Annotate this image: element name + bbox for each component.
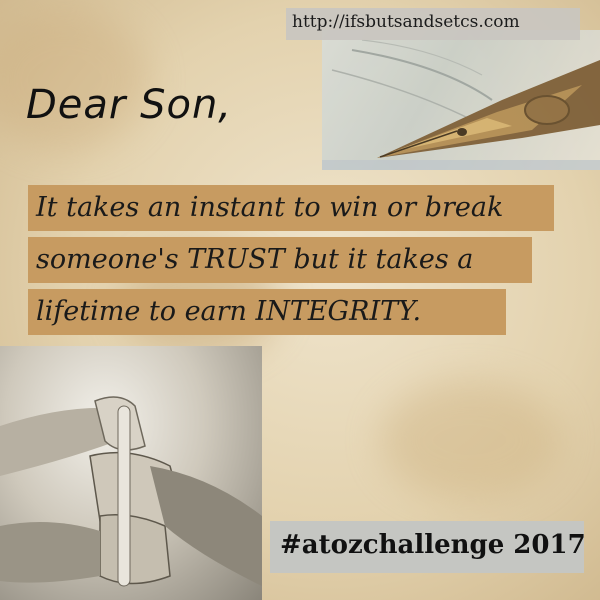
paper-stain <box>0 10 150 150</box>
quote-line-2: someone's TRUST but it takes a <box>28 237 532 283</box>
hands-photo <box>0 346 262 600</box>
hashtag-label[interactable]: #atozchallenge 2017 <box>280 530 586 560</box>
quote-line-1: It takes an instant to win or break <box>28 185 554 231</box>
quote-block: It takes an instant to win or break some… <box>28 185 554 345</box>
fountain-pen-photo <box>322 30 600 170</box>
greeting-heading: Dear Son, <box>26 82 233 128</box>
pen-nib-illustration <box>322 39 600 170</box>
website-url[interactable]: http://ifsbutsandsetcs.com <box>292 12 520 32</box>
hands-illustration <box>0 396 262 587</box>
quote-line-3: lifetime to earn INTEGRITY. <box>28 289 506 335</box>
paper-stain <box>380 380 560 500</box>
